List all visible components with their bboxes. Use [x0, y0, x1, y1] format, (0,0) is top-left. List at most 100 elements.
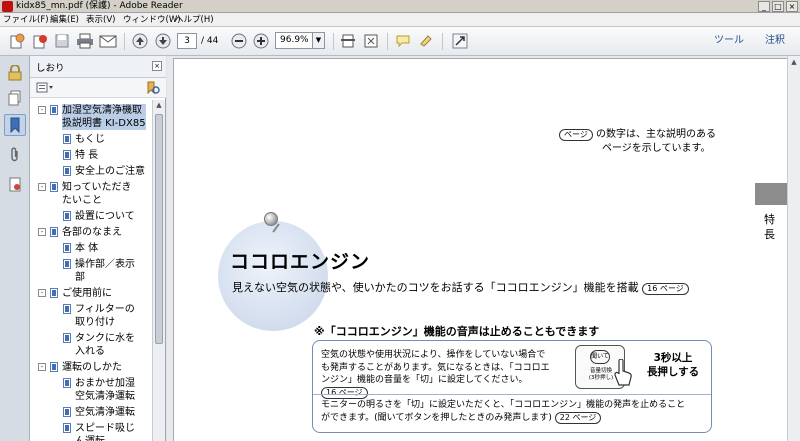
- info-page-ref: 16 ページ: [321, 386, 368, 399]
- listen-button-graphic: 聞いて: [590, 350, 610, 364]
- document-view: ページ の数字は、主な説明のある ページを示しています。 特 長 ココロエンジン…: [167, 56, 800, 441]
- scroll-up-arrow-icon[interactable]: ▲: [789, 58, 799, 68]
- bookmark-icon: [63, 407, 71, 417]
- bookmark-label: 本 体: [75, 243, 99, 254]
- bookmark-label: 運転のしかた: [62, 362, 122, 373]
- section-tab-label: 特 長: [764, 213, 775, 241]
- info-line-text: ができます。(聞いてボタンを押したときのみ発声します): [321, 412, 552, 423]
- previous-page-button[interactable]: [130, 31, 150, 51]
- fit-width-icon: [341, 34, 355, 48]
- email-button[interactable]: [98, 31, 118, 51]
- bookmark-icon: [63, 211, 71, 221]
- print-button[interactable]: [75, 31, 95, 51]
- add-comment-button[interactable]: [393, 31, 413, 51]
- bookmark-icon: [63, 166, 71, 176]
- full-screen-button[interactable]: [361, 31, 381, 51]
- bookmark-icon: [50, 227, 58, 237]
- info-paragraph-1: 空気の状態や使用状況により、操作をしていない場合で も発声することがあります。気…: [321, 349, 569, 399]
- close-panel-button[interactable]: ×: [152, 61, 162, 71]
- bookmarks-button[interactable]: [4, 114, 26, 136]
- long-press-instruction: 3秒以上 長押しする: [646, 352, 700, 378]
- share-pdf-icon: [33, 35, 47, 49]
- close-window-button[interactable]: ×: [786, 1, 798, 12]
- info-box-divider: [313, 394, 711, 395]
- create-pdf-button[interactable]: [7, 31, 27, 51]
- menu-file[interactable]: ファイル(F): [3, 13, 49, 27]
- menu-view[interactable]: 表示(V): [86, 13, 115, 27]
- scrollbar-thumb[interactable]: [155, 114, 163, 344]
- bookmark-icon: [50, 288, 58, 298]
- bookmarks-scrollbar[interactable]: ▲: [152, 100, 165, 441]
- scroll-up-arrow-icon[interactable]: ▲: [154, 101, 164, 111]
- pointing-hand-icon: [614, 359, 632, 386]
- zoom-dropdown-button[interactable]: ▼: [313, 32, 325, 49]
- next-page-button[interactable]: [153, 31, 173, 51]
- comment-link[interactable]: 注釈: [765, 34, 785, 48]
- expand-button[interactable]: [450, 31, 470, 51]
- options-menu-button[interactable]: [36, 82, 56, 94]
- bookmark-label: ご使用前に: [62, 288, 112, 299]
- bookmark-label: タンクに水を 入れる: [75, 333, 135, 357]
- plus-icon: [253, 33, 269, 49]
- toolbar-separator: [442, 33, 443, 50]
- section-tab: [755, 183, 787, 205]
- menu-help[interactable]: ヘルプ(H): [175, 13, 214, 27]
- collapse-toggle[interactable]: -: [38, 228, 46, 236]
- adobe-reader-icon: [2, 1, 13, 12]
- document-scrollbar[interactable]: ▲: [787, 56, 800, 441]
- find-bookmark-icon: [147, 81, 160, 95]
- bookmark-icon: [63, 243, 71, 253]
- security-button[interactable]: [4, 62, 26, 84]
- save-button[interactable]: [52, 31, 72, 51]
- attachments-button[interactable]: [4, 144, 26, 166]
- pushpin-icon: [264, 212, 278, 226]
- zoom-level-input[interactable]: 96.9%: [275, 32, 313, 49]
- bookmark-search-button[interactable]: [146, 81, 160, 95]
- collapse-toggle[interactable]: -: [38, 106, 46, 114]
- pdf-page: ページ の数字は、主な説明のある ページを示しています。 特 長 ココロエンジン…: [173, 58, 788, 441]
- bookmark-icon: [50, 105, 58, 115]
- bookmark-icon: [50, 182, 58, 192]
- info-line-text: ンジン」機能の音量を「切」に設定してください。: [321, 375, 528, 385]
- title-bar: kidx85_mn.pdf (保護) - Adobe Reader _ □ ×: [0, 0, 800, 13]
- collapse-toggle[interactable]: -: [38, 289, 46, 297]
- bookmark-icon: [63, 150, 71, 160]
- page-number-input[interactable]: 3: [177, 33, 197, 49]
- options-icon: [36, 82, 53, 93]
- signature-icon: [9, 177, 21, 192]
- page-thumbnails-button[interactable]: [4, 87, 26, 109]
- zoom-out-button[interactable]: [229, 31, 249, 51]
- collapse-toggle[interactable]: -: [38, 183, 46, 191]
- menu-edit[interactable]: 編集(E): [50, 13, 79, 27]
- bookmark-label: 特 長: [75, 150, 99, 161]
- signatures-button[interactable]: [4, 174, 26, 196]
- fit-page-button[interactable]: [338, 31, 358, 51]
- toolbar-separator: [124, 33, 125, 50]
- bookmark-label: 各部のなまえ: [62, 227, 122, 238]
- toolbar-separator: [387, 33, 388, 50]
- pages-icon: [8, 90, 21, 106]
- bookmark-tree: - 加湿空気清浄機取 扱説明書 KI-DX85 もくじ特 長安全上のご注意 - 知ってい…: [30, 100, 154, 441]
- paperclip-icon: [11, 147, 18, 162]
- info-paragraph-2: モニターの明るさを「切」に設定いただくと、「ココロエンジン」機能の発声を止めるこ…: [321, 399, 707, 424]
- bookmarks-toolbar: [30, 78, 166, 98]
- collapse-toggle[interactable]: -: [38, 363, 46, 371]
- maximize-button[interactable]: □: [772, 1, 784, 12]
- bookmark-icon: [63, 423, 71, 433]
- minimize-button[interactable]: _: [758, 1, 770, 12]
- menu-window[interactable]: ウィンドウ(W): [123, 13, 181, 27]
- zoom-in-button[interactable]: [251, 31, 271, 51]
- bookmark-icon: [63, 259, 71, 269]
- share-pdf-button[interactable]: [30, 31, 50, 51]
- create-pdf-icon: [10, 33, 25, 49]
- highlight-button[interactable]: [416, 31, 436, 51]
- bookmark-label: フィルターの 取り付け: [75, 304, 135, 328]
- info-page-ref: 22 ページ: [554, 411, 602, 424]
- info-line: モニターの明るさを「切」に設定いただくと、「ココロエンジン」機能の発声を止めるこ…: [321, 400, 686, 410]
- bookmark-label: 知っていただき たいこと: [62, 182, 132, 206]
- tools-link[interactable]: ツール: [714, 34, 744, 48]
- info-line: ができます。(聞いてボタンを押したときのみ発声します) 22 ページ: [321, 411, 707, 425]
- window-title: kidx85_mn.pdf (保護) - Adobe Reader: [16, 1, 183, 11]
- page-total: / 44: [201, 36, 219, 46]
- bookmark-icon: [50, 362, 58, 372]
